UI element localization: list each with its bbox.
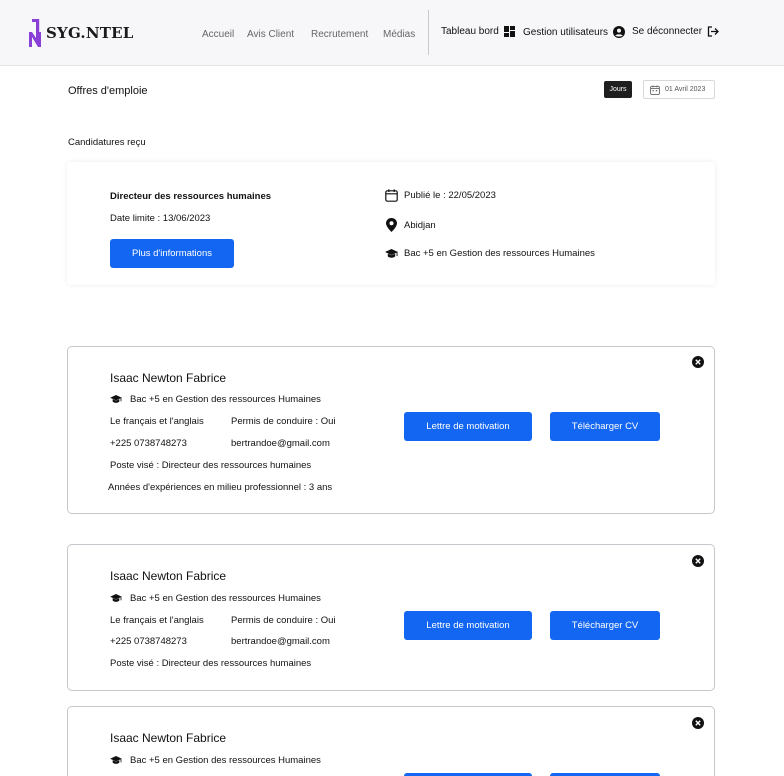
- candidate-education: Bac +5 en Gestion des ressources Humaine…: [130, 755, 321, 766]
- graduation-cap-icon: [110, 756, 122, 764]
- nav-link-avis-client[interactable]: Avis Client: [247, 29, 294, 40]
- users-management-label: Gestion utilisateurs: [523, 26, 609, 38]
- candidate-education-row: Bac +5 en Gestion des ressources Humaine…: [110, 593, 321, 604]
- download-cv-button[interactable]: Télécharger CV: [550, 611, 660, 640]
- candidate-license: Permis de conduire : Oui: [231, 416, 336, 427]
- logout-label: Se déconnecter: [632, 26, 703, 37]
- motivation-letter-button[interactable]: Lettre de motivation: [404, 412, 532, 441]
- calendar-icon: [650, 84, 660, 95]
- candidate-experience: Années d'expériences en milieu professio…: [108, 482, 333, 493]
- location-pin-icon: [385, 218, 397, 232]
- candidate-education-row: Bac +5 en Gestion des ressources Humaine…: [110, 755, 321, 766]
- close-circle-icon[interactable]: [692, 555, 704, 567]
- download-cv-button[interactable]: Télécharger CV: [550, 412, 660, 441]
- motivation-letter-button[interactable]: Lettre de motivation: [404, 611, 532, 640]
- candidate-email[interactable]: bertrandoe@gmail.com: [231, 438, 330, 449]
- more-info-button[interactable]: Plus d'informations: [110, 239, 234, 268]
- close-circle-icon[interactable]: [692, 356, 704, 368]
- calendar-icon: [384, 189, 398, 202]
- period-days-button[interactable]: Jours: [604, 81, 632, 98]
- job-location: Abidjan: [404, 219, 436, 231]
- top-navbar: SYG.NTEL Accueil Avis Client Recrutement…: [0, 0, 784, 66]
- job-offer-card: Directeur des ressources humaines Date l…: [67, 162, 715, 285]
- candidate-name: Isaac Newton Fabrice: [110, 569, 227, 583]
- nav-link-accueil[interactable]: Accueil: [202, 29, 234, 40]
- candidate-license: Permis de conduire : Oui: [231, 615, 336, 626]
- dashboard-label: Tableau bord: [441, 26, 499, 37]
- candidate-position: Poste visé : Directeur des ressources hu…: [110, 658, 312, 669]
- candidate-email[interactable]: bertrandoe@gmail.com: [231, 636, 330, 647]
- candidate-position: Poste visé : Directeur des ressources hu…: [110, 460, 312, 471]
- brand-name: SYG.NTEL: [46, 24, 134, 42]
- candidate-phone: +225 0738748273: [110, 636, 187, 647]
- candidate-card: Isaac Newton Fabrice Bac +5 en Gestion d…: [67, 544, 715, 691]
- graduation-cap-icon: [110, 395, 122, 403]
- logo[interactable]: SYG.NTEL: [27, 18, 134, 48]
- graduation-cap-icon: [384, 248, 398, 258]
- page-title: Offres d'emploie: [68, 85, 148, 97]
- users-management-link[interactable]: Gestion utilisateurs: [523, 26, 626, 38]
- job-title: Directeur des ressources humaines: [110, 191, 272, 202]
- candidate-languages: Le français et l'anglais: [110, 416, 204, 427]
- dashboard-icon: [503, 26, 515, 37]
- candidate-education-row: Bac +5 en Gestion des ressources Humaine…: [110, 394, 321, 405]
- candidate-name: Isaac Newton Fabrice: [110, 731, 227, 745]
- job-education: Bac +5 en Gestion des ressources Humaine…: [404, 248, 595, 259]
- section-title: Candidatures reçu: [68, 137, 146, 148]
- logo-mark-icon: [29, 19, 41, 47]
- date-value: 01 Avril 2023: [665, 86, 706, 93]
- close-circle-icon[interactable]: [692, 717, 704, 729]
- job-location-row: Abidjan: [384, 218, 436, 232]
- logout-icon: [707, 26, 719, 37]
- graduation-cap-icon: [110, 594, 122, 602]
- candidate-phone: +225 0738748273: [110, 438, 187, 449]
- job-education-row: Bac +5 en Gestion des ressources Humaine…: [384, 248, 595, 259]
- nav-divider: [428, 10, 429, 55]
- candidate-education: Bac +5 en Gestion des ressources Humaine…: [130, 394, 321, 405]
- dashboard-link[interactable]: Tableau bord: [441, 26, 515, 37]
- job-published-row: Publié le : 22/05/2023: [384, 189, 496, 202]
- candidate-education: Bac +5 en Gestion des ressources Humaine…: [130, 593, 321, 604]
- nav-link-medias[interactable]: Médias: [383, 29, 415, 40]
- candidate-card: Isaac Newton Fabrice Bac +5 en Gestion d…: [67, 346, 715, 514]
- candidate-name: Isaac Newton Fabrice: [110, 371, 227, 385]
- candidate-card: Isaac Newton Fabrice Bac +5 en Gestion d…: [67, 706, 715, 776]
- nav-link-recrutement[interactable]: Recrutement: [311, 29, 368, 40]
- job-deadline: Date limite : 13/06/2023: [110, 213, 211, 224]
- job-published: Publié le : 22/05/2023: [404, 190, 496, 201]
- logout-link[interactable]: Se déconnecter: [632, 26, 719, 37]
- candidate-languages: Le français et l'anglais: [110, 615, 204, 626]
- user-circle-icon: [613, 26, 626, 38]
- date-picker[interactable]: 01 Avril 2023: [643, 80, 715, 99]
